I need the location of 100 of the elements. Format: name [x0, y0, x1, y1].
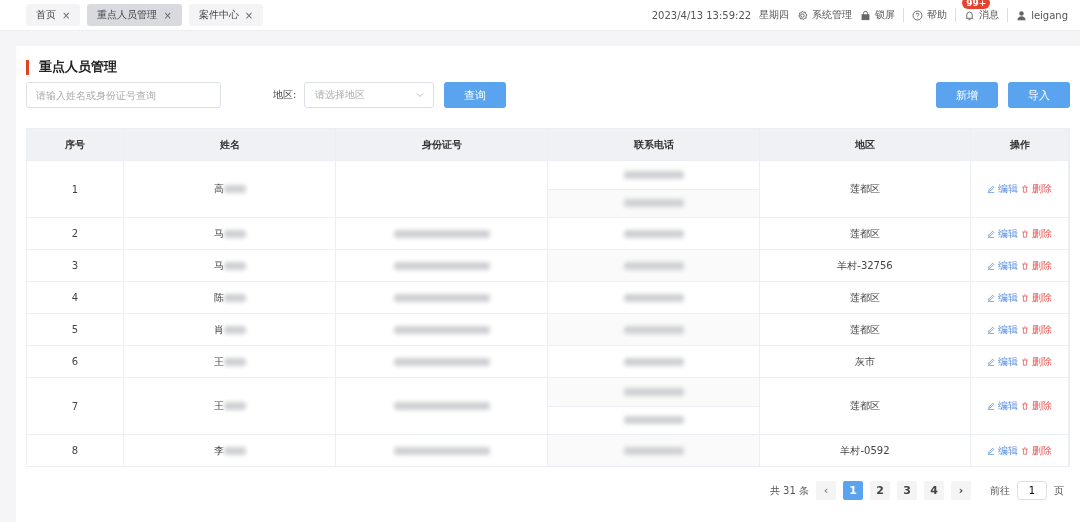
- blurred-text: [223, 261, 246, 270]
- blurred-text: [623, 325, 684, 334]
- edit-link[interactable]: 编辑: [998, 226, 1018, 241]
- datetime: 2023/4/13 13:59:22: [651, 9, 752, 21]
- action-button[interactable]: 导入: [1008, 82, 1070, 108]
- query-button[interactable]: 查询: [444, 82, 507, 108]
- edit-link[interactable]: 编辑: [998, 354, 1018, 369]
- header-link[interactable]: 系统管理: [812, 8, 853, 22]
- trash-icon: [1021, 293, 1029, 302]
- pencil-icon: [987, 229, 995, 238]
- name-text: 马: [213, 226, 224, 241]
- column-header: 地区: [760, 129, 971, 160]
- blurred-text: [223, 185, 246, 193]
- chevron-down-icon: [415, 90, 426, 100]
- edit-link[interactable]: 编辑: [998, 290, 1018, 305]
- delete-link[interactable]: 删除: [1032, 258, 1052, 273]
- tab[interactable]: 首页 ×: [26, 4, 81, 26]
- table-cell: 莲都区: [760, 281, 971, 313]
- page-button[interactable]: 3: [897, 481, 917, 500]
- pencil-icon: [987, 402, 995, 410]
- name-text: 陈: [213, 290, 224, 305]
- table-cell: 莲都区: [760, 313, 971, 345]
- table-cell: 2: [27, 217, 124, 249]
- header-link[interactable]: 帮助: [927, 8, 948, 22]
- page-input[interactable]: 1: [1017, 481, 1047, 500]
- blurred-text: [623, 229, 684, 238]
- blurred-text: [223, 446, 246, 455]
- trash-icon: [1021, 446, 1029, 455]
- column-header: 序号: [27, 129, 124, 160]
- blurred-text: [223, 293, 246, 302]
- weekday: 星期四: [759, 8, 790, 22]
- pencil-icon: [987, 185, 995, 193]
- help-icon: [912, 9, 924, 21]
- pencil-icon: [987, 446, 995, 455]
- header-link[interactable]: 锁屏: [875, 8, 896, 22]
- blurred-text: [223, 229, 246, 238]
- name-text: 马: [213, 258, 224, 273]
- column-header: 姓名: [124, 129, 336, 160]
- edit-link[interactable]: 编辑: [998, 399, 1018, 413]
- trash-icon: [1021, 229, 1029, 238]
- blurred-text: [623, 416, 684, 425]
- blurred-text: [223, 325, 246, 334]
- table-cell: 羊村-0592: [760, 434, 971, 466]
- goto-label: 前往: [990, 483, 1010, 498]
- blurred-text: [623, 357, 684, 366]
- pencil-icon: [987, 261, 995, 270]
- pencil-icon: [987, 357, 995, 366]
- edit-link[interactable]: 编辑: [998, 182, 1018, 196]
- prev-page-button[interactable]: ‹: [816, 481, 836, 500]
- delete-link[interactable]: 删除: [1032, 182, 1052, 196]
- trash-icon: [1021, 357, 1029, 366]
- name-text: 王: [213, 354, 224, 369]
- name-text: 高: [213, 182, 224, 196]
- page-button[interactable]: 1: [843, 481, 863, 500]
- delete-link[interactable]: 删除: [1032, 443, 1052, 458]
- tab[interactable]: 重点人员管理 ×: [87, 4, 182, 26]
- header-link[interactable]: leigang: [1031, 9, 1068, 21]
- trash-icon: [1021, 325, 1029, 334]
- column-header: 操作: [971, 129, 1069, 160]
- table-cell: 莲都区: [760, 217, 971, 249]
- delete-link[interactable]: 删除: [1032, 226, 1052, 241]
- column-header: 联系电话: [548, 129, 760, 160]
- page-suffix: 页: [1054, 483, 1064, 498]
- trash-icon: [1021, 261, 1029, 270]
- lock-icon: [860, 9, 872, 21]
- table-cell: 莲都区: [760, 377, 971, 434]
- close-icon[interactable]: ×: [62, 9, 71, 21]
- search-field[interactable]: 请输入姓名或身份证号查询: [26, 82, 221, 108]
- page-button[interactable]: 2: [870, 481, 890, 500]
- tab[interactable]: 案件中心 ×: [188, 4, 264, 26]
- action-button[interactable]: 新增: [936, 82, 998, 108]
- total-count: 共 31 条: [769, 483, 809, 498]
- region-select[interactable]: 请选择地区: [304, 82, 435, 108]
- page-button[interactable]: 4: [924, 481, 944, 500]
- table-cell: 8: [27, 434, 124, 466]
- blurred-text: [623, 170, 684, 179]
- header-link[interactable]: 消息: [979, 8, 1000, 22]
- name-text: 王: [213, 399, 224, 413]
- delete-link[interactable]: 删除: [1032, 354, 1052, 369]
- delete-link[interactable]: 删除: [1032, 399, 1052, 413]
- trash-icon: [1021, 402, 1029, 410]
- gear-icon: [797, 9, 809, 21]
- blurred-text: [623, 199, 684, 208]
- blurred-text: [223, 402, 246, 410]
- edit-link[interactable]: 编辑: [998, 322, 1018, 337]
- name-text: 李: [213, 443, 224, 458]
- delete-link[interactable]: 删除: [1032, 322, 1052, 337]
- column-header: 身份证号: [336, 129, 548, 160]
- edit-link[interactable]: 编辑: [998, 258, 1018, 273]
- table-cell: 3: [27, 249, 124, 281]
- edit-link[interactable]: 编辑: [998, 443, 1018, 458]
- table-cell: 羊村-32756: [760, 249, 971, 281]
- page-title: 重点人员管理: [39, 58, 117, 76]
- blurred-text: [623, 446, 684, 455]
- close-icon[interactable]: ×: [244, 9, 254, 21]
- delete-link[interactable]: 删除: [1032, 290, 1052, 305]
- blurred-text: [623, 293, 684, 302]
- pencil-icon: [987, 293, 995, 302]
- next-page-button[interactable]: ›: [951, 481, 971, 500]
- close-icon[interactable]: ×: [163, 9, 172, 21]
